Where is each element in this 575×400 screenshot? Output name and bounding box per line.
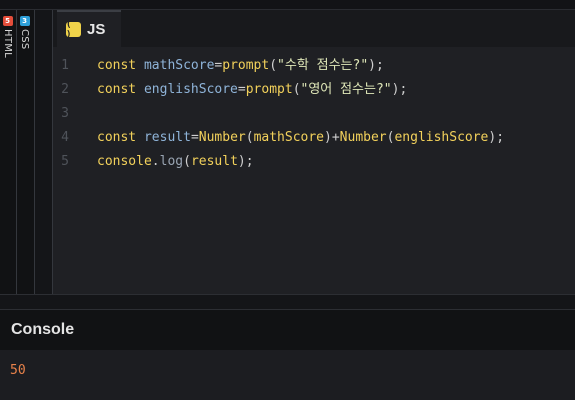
top-bar	[0, 0, 575, 10]
code-token: prompt	[245, 82, 293, 97]
code-token: englishScore	[394, 130, 489, 145]
code-token: )+	[324, 130, 340, 145]
code-token: result	[190, 154, 238, 169]
js-icon: ( )	[66, 20, 81, 40]
code-token: (	[292, 82, 301, 97]
code-token: (	[245, 130, 254, 145]
code-token: prompt	[222, 58, 270, 73]
console-header: Console	[0, 310, 575, 350]
code-line[interactable]: 3	[53, 102, 575, 126]
code-token: Number	[339, 130, 387, 145]
tab-js-label: JS	[87, 21, 106, 38]
code-token: "수학 점수는?"	[277, 58, 369, 73]
panel-spacer	[35, 10, 53, 294]
line-number: 5	[61, 154, 69, 169]
line-number: 3	[61, 106, 69, 121]
console-panel: 50	[0, 350, 575, 400]
code-token: =	[237, 82, 246, 97]
line-number: 1	[61, 58, 69, 73]
console-output: 50	[10, 363, 26, 378]
code-token: console	[97, 154, 152, 169]
code-line[interactable]: 2 const englishScore=prompt("영어 점수는?");	[53, 78, 575, 102]
code-line[interactable]: 1 const mathScore=prompt("수학 점수는?");	[53, 54, 575, 78]
line-source: const result=Number(mathScore)+Number(en…	[83, 126, 504, 150]
code-token: const	[97, 82, 144, 97]
js-editor[interactable]: ( ) JS 1 const mathScore=prompt("수학 점수는?"…	[53, 10, 575, 294]
html-panel-label: HTML	[2, 29, 13, 59]
code-token: const	[97, 58, 144, 73]
line-source: const englishScore=prompt("영어 점수는?");	[83, 78, 407, 102]
html-panel-tab[interactable]: 5 HTML	[0, 10, 17, 294]
console-title: Console	[11, 321, 75, 338]
code-token: (	[183, 154, 191, 169]
line-number: 4	[61, 130, 69, 145]
code-token: );	[368, 58, 384, 73]
line-source: console.log(result);	[83, 150, 254, 174]
css-panel-tab[interactable]: 3 CSS	[17, 10, 35, 294]
code-token: result	[143, 130, 191, 145]
code-token: mathScore	[143, 58, 215, 73]
code-token: );	[391, 82, 408, 97]
code-line[interactable]: 4 const result=Number(mathScore)+Number(e…	[53, 126, 575, 150]
code-token: Number	[198, 130, 246, 145]
editor-tab-strip: ( ) JS	[53, 10, 575, 47]
code-token: );	[488, 130, 505, 145]
css3-icon: 3	[19, 16, 30, 26]
tab-js[interactable]: ( ) JS	[57, 10, 121, 47]
code-token: (	[269, 58, 278, 73]
code-token: .	[151, 154, 160, 169]
code-token: englishScore	[143, 82, 238, 97]
code-token: "영어 점수는?"	[300, 82, 392, 97]
css-panel-label: CSS	[19, 29, 30, 50]
html5-icon: 5	[2, 16, 13, 26]
code-line[interactable]: 5 console.log(result);	[53, 150, 575, 174]
line-number: 2	[61, 82, 69, 97]
code-token: mathScore	[253, 130, 325, 145]
code-token: log	[159, 154, 184, 169]
code-area[interactable]: 1 const mathScore=prompt("수학 점수는?"); 2 cons…	[53, 54, 575, 174]
line-source: const mathScore=prompt("수학 점수는?");	[83, 54, 384, 78]
code-token: =	[190, 130, 199, 145]
code-token: );	[237, 154, 254, 169]
resize-divider[interactable]	[0, 294, 575, 310]
line-source	[83, 102, 97, 126]
code-token: const	[97, 130, 144, 145]
